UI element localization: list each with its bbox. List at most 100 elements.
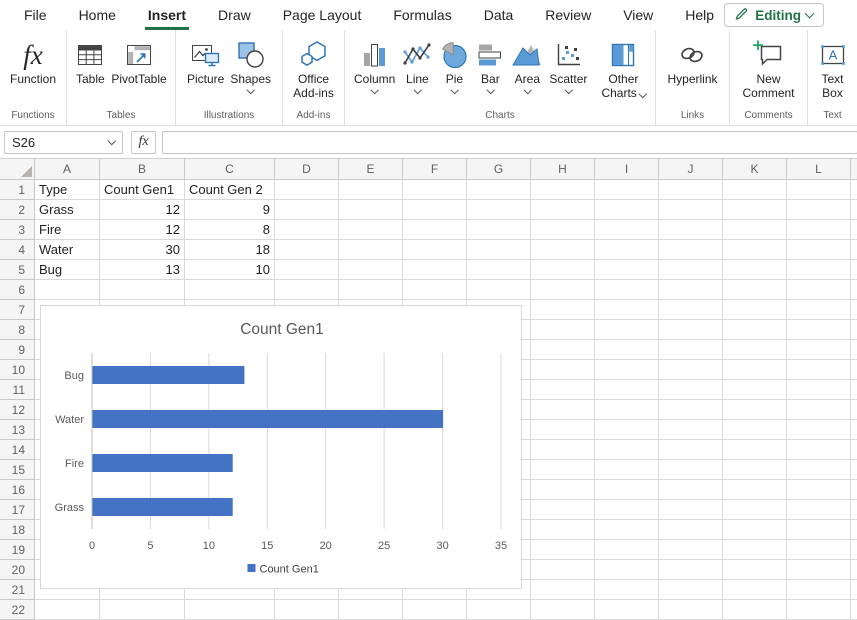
name-box[interactable]: S26 xyxy=(4,131,123,154)
cell-I17[interactable] xyxy=(595,500,659,520)
cell-H22[interactable] xyxy=(531,600,595,620)
cell-G2[interactable] xyxy=(467,200,531,220)
row-header-21[interactable]: 21 xyxy=(0,580,35,600)
cell-E6[interactable] xyxy=(339,280,403,300)
row-header-11[interactable]: 11 xyxy=(0,380,35,400)
cell-C22[interactable] xyxy=(185,600,275,620)
row-header-3[interactable]: 3 xyxy=(0,220,35,240)
cell-H16[interactable] xyxy=(531,480,595,500)
row-header-22[interactable]: 22 xyxy=(0,600,35,620)
cell-J19[interactable] xyxy=(659,540,723,560)
row-header-9[interactable]: 9 xyxy=(0,340,35,360)
cell-D2[interactable] xyxy=(275,200,339,220)
cell-L22[interactable] xyxy=(787,600,851,620)
menu-tab-draw[interactable]: Draw xyxy=(202,0,267,30)
cell-I11[interactable] xyxy=(595,380,659,400)
cell-H7[interactable] xyxy=(531,300,595,320)
column-header-B[interactable]: B xyxy=(100,159,185,180)
cell-A4[interactable]: Water xyxy=(35,240,100,260)
cell-L8[interactable] xyxy=(787,320,851,340)
cell-H10[interactable] xyxy=(531,360,595,380)
ribbon-line-button[interactable]: Line xyxy=(398,34,436,98)
cell-F3[interactable] xyxy=(403,220,467,240)
cell-K3[interactable] xyxy=(723,220,787,240)
cell-L18[interactable] xyxy=(787,520,851,540)
cell-L9[interactable] xyxy=(787,340,851,360)
cell-D22[interactable] xyxy=(275,600,339,620)
cell-K7[interactable] xyxy=(723,300,787,320)
cell-H1[interactable] xyxy=(531,180,595,200)
select-all-corner[interactable] xyxy=(0,159,35,180)
cell-K21[interactable] xyxy=(723,580,787,600)
ribbon-column-button[interactable]: Column xyxy=(351,34,398,98)
cell-L10[interactable] xyxy=(787,360,851,380)
cell-H18[interactable] xyxy=(531,520,595,540)
cell-F1[interactable] xyxy=(403,180,467,200)
cell-A1[interactable]: Type xyxy=(35,180,100,200)
cell-K6[interactable] xyxy=(723,280,787,300)
embedded-chart[interactable]: BugWaterFireGrass05101520253035Count Gen… xyxy=(40,305,522,589)
cell-A22[interactable] xyxy=(35,600,100,620)
cell-K19[interactable] xyxy=(723,540,787,560)
cell-I15[interactable] xyxy=(595,460,659,480)
cell-I7[interactable] xyxy=(595,300,659,320)
column-header-E[interactable]: E xyxy=(339,159,403,180)
cell-E4[interactable] xyxy=(339,240,403,260)
cell-H17[interactable] xyxy=(531,500,595,520)
cell-G6[interactable] xyxy=(467,280,531,300)
cell-B4[interactable]: 30 xyxy=(100,240,185,260)
cell-K8[interactable] xyxy=(723,320,787,340)
row-header-8[interactable]: 8 xyxy=(0,320,35,340)
cell-L15[interactable] xyxy=(787,460,851,480)
cell-J14[interactable] xyxy=(659,440,723,460)
ribbon-new-comment-button[interactable]: New Comment xyxy=(732,34,806,100)
cell-J3[interactable] xyxy=(659,220,723,240)
cell-B22[interactable] xyxy=(100,600,185,620)
row-header-1[interactable]: 1 xyxy=(0,180,35,200)
ribbon-area-button[interactable]: Area xyxy=(508,34,546,98)
cell-I3[interactable] xyxy=(595,220,659,240)
cell-H20[interactable] xyxy=(531,560,595,580)
cell-L19[interactable] xyxy=(787,540,851,560)
menu-tab-help[interactable]: Help xyxy=(669,0,730,30)
cell-K15[interactable] xyxy=(723,460,787,480)
cell-H6[interactable] xyxy=(531,280,595,300)
menu-tab-insert[interactable]: Insert xyxy=(132,0,202,30)
column-header-C[interactable]: C xyxy=(185,159,275,180)
cell-I13[interactable] xyxy=(595,420,659,440)
row-header-15[interactable]: 15 xyxy=(0,460,35,480)
cell-C1[interactable]: Count Gen 2 xyxy=(185,180,275,200)
cell-I18[interactable] xyxy=(595,520,659,540)
row-header-5[interactable]: 5 xyxy=(0,260,35,280)
ribbon-function-button[interactable]: fxFunction xyxy=(7,34,59,86)
cell-J15[interactable] xyxy=(659,460,723,480)
cell-A6[interactable] xyxy=(35,280,100,300)
column-header-A[interactable]: A xyxy=(35,159,100,180)
column-header-H[interactable]: H xyxy=(531,159,595,180)
cell-J1[interactable] xyxy=(659,180,723,200)
cell-L2[interactable] xyxy=(787,200,851,220)
cell-B2[interactable]: 12 xyxy=(100,200,185,220)
column-header-J[interactable]: J xyxy=(659,159,723,180)
ribbon-other-charts-button[interactable]: Other Charts xyxy=(590,34,656,100)
cell-I9[interactable] xyxy=(595,340,659,360)
cell-K4[interactable] xyxy=(723,240,787,260)
cell-L13[interactable] xyxy=(787,420,851,440)
cell-K12[interactable] xyxy=(723,400,787,420)
row-header-19[interactable]: 19 xyxy=(0,540,35,560)
cell-J16[interactable] xyxy=(659,480,723,500)
row-header-2[interactable]: 2 xyxy=(0,200,35,220)
cell-I5[interactable] xyxy=(595,260,659,280)
cell-B6[interactable] xyxy=(100,280,185,300)
menu-tab-data[interactable]: Data xyxy=(468,0,530,30)
cell-H12[interactable] xyxy=(531,400,595,420)
cell-H2[interactable] xyxy=(531,200,595,220)
cell-L1[interactable] xyxy=(787,180,851,200)
cell-E2[interactable] xyxy=(339,200,403,220)
cell-G22[interactable] xyxy=(467,600,531,620)
cell-B5[interactable]: 13 xyxy=(100,260,185,280)
cell-I12[interactable] xyxy=(595,400,659,420)
cell-J22[interactable] xyxy=(659,600,723,620)
cell-H14[interactable] xyxy=(531,440,595,460)
cell-J8[interactable] xyxy=(659,320,723,340)
